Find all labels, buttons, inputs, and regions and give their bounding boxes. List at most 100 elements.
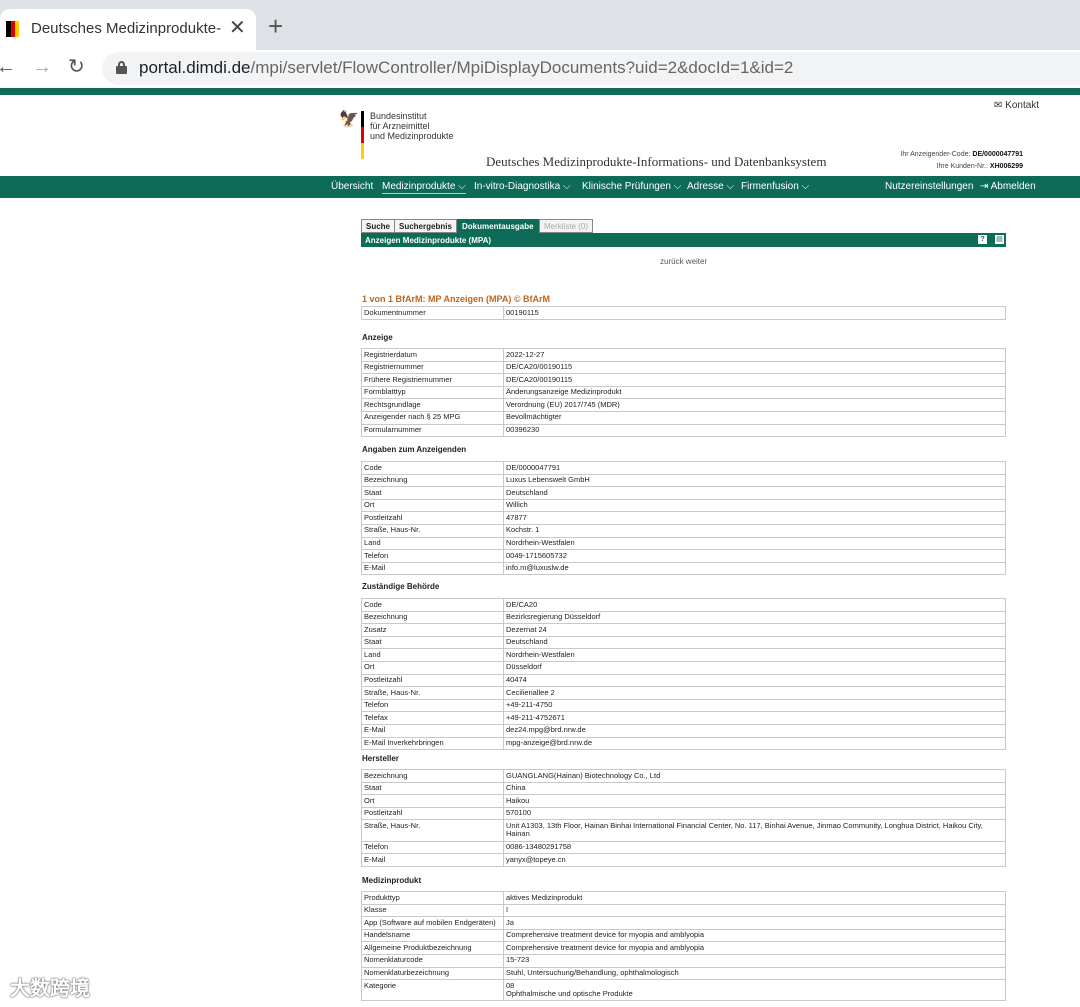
logout-icon: ⇥: [980, 181, 989, 192]
group-title-behoerde: Zuständige Behörde: [362, 582, 440, 591]
table-row: Straße, Haus-Nr. Kochstr. 1: [361, 523, 1006, 538]
field-value: Haikou: [503, 794, 1006, 808]
close-icon[interactable]: ✕: [229, 17, 246, 39]
tab-dokumentausgabe[interactable]: Dokumentausgabe: [457, 219, 539, 233]
site-title: Deutsches Medizinprodukte-Informations- …: [486, 154, 827, 169]
field-value: 00190115: [503, 306, 1006, 320]
field-label: App (Software auf mobilen Endgeräten): [361, 916, 504, 930]
table-row: Registrierdatum 2022-12-27: [361, 348, 1006, 362]
table-row: Handelsname Comprehensive treatment devic…: [361, 928, 1006, 943]
nav-nutzereinstellungen[interactable]: Nutzereinstellungen: [885, 181, 973, 192]
field-label: Telefon: [361, 840, 504, 855]
nav-medizinprodukte[interactable]: Medizinprodukte ⌵: [382, 181, 466, 194]
field-label: Staat: [361, 781, 504, 796]
help-icon[interactable]: ?: [978, 235, 987, 244]
nav-in-vitro-diagnostika[interactable]: In-vitro-Diagnostika ⌵: [474, 181, 571, 192]
field-label: Ort: [361, 498, 504, 513]
eagle-icon: 🦅: [339, 111, 359, 128]
table-row: Kategorie 08 Ophthalmische und optische P…: [361, 979, 1006, 1002]
table-row: Land Nordrhein-Westfalen: [361, 648, 1006, 662]
field-label: Straße, Haus-Nr.: [361, 523, 504, 538]
watermark: 大数跨境: [10, 978, 90, 1000]
table-row: Allgemeine Produktbezeichnung Comprehensi…: [361, 941, 1006, 955]
main-navbar: Übersicht Medizinprodukte ⌵ In-vitro-Dia…: [0, 176, 1080, 198]
reload-icon[interactable]: ↻: [68, 55, 85, 79]
browser-tab[interactable]: Deutsches Medizinprodukte-Informations- …: [0, 9, 256, 50]
field-label: Straße, Haus-Nr.: [361, 686, 504, 700]
table-row: Telefon +49-211-4750: [361, 698, 1006, 713]
field-value: 570100: [503, 806, 1006, 821]
table-row: Ort Willich: [361, 498, 1006, 513]
field-label: Dokumentnummer: [361, 306, 504, 320]
field-value: Nordrhein-Westfalen: [503, 536, 1006, 551]
field-value: I: [503, 903, 1006, 918]
table-row: Formularnummer 00396230: [361, 423, 1006, 438]
nav-abmelden[interactable]: ⇥ Abmelden: [980, 181, 1036, 192]
field-label: Staat: [361, 486, 504, 500]
table-row: Bezeichnung Bezirksregierung Düsseldorf: [361, 610, 1006, 625]
chevron-down-icon: ⌵: [458, 181, 466, 192]
back-arrow-icon[interactable]: ←: [0, 55, 16, 79]
nav-adresse[interactable]: Adresse ⌵: [687, 181, 734, 192]
field-value: 15-723: [503, 953, 1006, 968]
section-header: Anzeigen Medizinprodukte (MPA) ? ▤: [361, 233, 1006, 247]
field-value: +49-211-4752671: [503, 711, 1006, 725]
field-label: Land: [361, 536, 504, 551]
table-row: Zusatz Dezernat 24: [361, 623, 1006, 637]
hersteller-table: Bezeichnung GUANGLANG(Hainan) Biotechnolo…: [361, 769, 1006, 867]
field-label: Klasse: [361, 903, 504, 918]
mail-icon: ✉: [994, 100, 1003, 111]
kontakt-link[interactable]: ✉ Kontakt: [994, 100, 1039, 111]
table-row: Telefon 0049-1715605732: [361, 549, 1006, 563]
anzeige-table: Registrierdatum 2022-12-27 Registriernumme…: [361, 348, 1006, 438]
field-label: Nomenklaturcode: [361, 953, 504, 968]
field-label: Zusatz: [361, 623, 504, 637]
user-meta: Ihr Anzeigender-Code: DE/0000047791 Ihre…: [900, 151, 1023, 170]
field-label: Handelsname: [361, 928, 504, 943]
field-value: DE/0000047791: [503, 461, 1006, 475]
table-row: Anzeigender nach § 25 MPG Bevollmächtigte…: [361, 410, 1006, 425]
print-icon[interactable]: ▤: [995, 235, 1004, 244]
chevron-down-icon: ⌵: [726, 181, 735, 192]
field-label: Anzeigender nach § 25 MPG: [361, 410, 504, 425]
medizinprodukt-table: Produkttyp aktives Medizinprodukt Klasse I A…: [361, 891, 1006, 1002]
tab-suchergebnis[interactable]: Suchergebnis: [394, 219, 457, 233]
field-label: Postleitzahl: [361, 511, 504, 525]
address-bar[interactable]: portal.dimdi.de/mpi/servlet/FlowControll…: [102, 52, 1080, 85]
field-label: Telefon: [361, 698, 504, 713]
field-label: Telefon: [361, 549, 504, 563]
field-label: Postleitzahl: [361, 673, 504, 688]
table-row: Rechtsgrundlage Verordnung (EU) 2017/745 …: [361, 398, 1006, 412]
field-label: Allgemeine Produktbezeichnung: [361, 941, 504, 955]
anzeigender-table: Code DE/0000047791 Bezeichnung Luxus Lebens…: [361, 461, 1006, 576]
table-row: Nomenklaturbezeichnung Stuhl, Untersuchun…: [361, 966, 1006, 981]
nav-klinische-pruefungen[interactable]: Klinische Prüfungen ⌵: [582, 181, 681, 192]
field-label: Bezeichnung: [361, 769, 504, 783]
table-row: Straße, Haus-Nr. Unit A1303, 13th Floor, …: [361, 819, 1006, 842]
nav-firmenfusion[interactable]: Firmenfusion ⌵: [741, 181, 809, 192]
table-row: Telefon 0086-13480291758: [361, 840, 1006, 855]
table-row: Telefax +49-211-4752671: [361, 711, 1006, 725]
tab-merkliste[interactable]: Merkliste (0): [539, 219, 594, 233]
field-value: Ja: [503, 916, 1006, 930]
table-row: App (Software auf mobilen Endgeräten) Ja: [361, 916, 1006, 930]
pager[interactable]: zurück weiter: [660, 257, 707, 266]
table-row: Produkttyp aktives Medizinprodukt: [361, 891, 1006, 905]
tab-suche[interactable]: Suche: [361, 219, 396, 233]
field-value: DE/CA20/00190115: [503, 360, 1006, 375]
field-label: Produkttyp: [361, 891, 504, 905]
field-label: Straße, Haus-Nr.: [361, 819, 504, 842]
field-value: dez24.mpg@brd.nrw.de: [503, 723, 1006, 738]
group-title-medizinprodukt: Medizinprodukt: [362, 876, 422, 885]
group-title-anzeige: Anzeige: [362, 333, 393, 342]
field-label: E-Mail Inverkehrbringen: [361, 736, 504, 751]
field-value: 08 Ophthalmische und optische Produkte: [503, 979, 1006, 1002]
tab-title: Deutsches Medizinprodukte-Informations- …: [31, 20, 221, 37]
field-label: Staat: [361, 635, 504, 650]
nav-uebersicht[interactable]: Übersicht: [331, 181, 373, 192]
field-value: Bezirksregierung Düsseldorf: [503, 610, 1006, 625]
table-row: Bezeichnung Luxus Lebenswelt GmbH: [361, 473, 1006, 488]
new-tab-icon[interactable]: +: [268, 13, 283, 39]
forward-arrow-icon[interactable]: →: [32, 55, 52, 79]
field-label: Ort: [361, 660, 504, 675]
